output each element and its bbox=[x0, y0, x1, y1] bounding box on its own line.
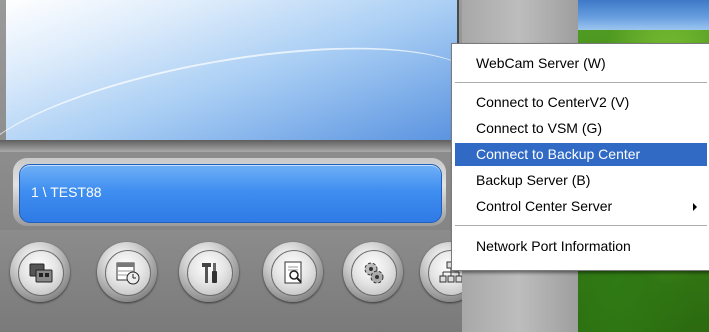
gear-sync-icon bbox=[364, 262, 384, 284]
video-preview-area bbox=[0, 0, 462, 247]
context-menu: WebCam Server (W) Connect to CenterV2 (V… bbox=[451, 43, 709, 271]
search-log-button[interactable] bbox=[263, 242, 323, 302]
schedule-button[interactable] bbox=[97, 242, 157, 302]
tools-icon bbox=[202, 263, 217, 283]
menu-separator bbox=[455, 82, 707, 83]
status-text: 1 \ TEST88 bbox=[31, 184, 102, 200]
menu-item-connect-backup-center[interactable]: Connect to Backup Center bbox=[455, 143, 707, 166]
menu-separator bbox=[455, 225, 707, 226]
panel-frame bbox=[0, 140, 462, 152]
menu-item-connect-vsm[interactable]: Connect to VSM (G) bbox=[455, 117, 707, 140]
status-display: 1 \ TEST88 bbox=[19, 164, 442, 223]
menu-item-connect-centerv2[interactable]: Connect to CenterV2 (V) bbox=[455, 91, 707, 114]
menu-item-webcam-server[interactable]: WebCam Server (W) bbox=[455, 52, 707, 75]
menu-item-label: Connect to CenterV2 (V) bbox=[476, 94, 630, 110]
calendar-clock-icon bbox=[116, 262, 140, 285]
menu-item-label: Connect to VSM (G) bbox=[476, 120, 603, 136]
tools-button[interactable] bbox=[179, 242, 239, 302]
sync-settings-button[interactable] bbox=[343, 242, 403, 302]
device-card-button[interactable] bbox=[10, 242, 70, 302]
device-card-icon bbox=[29, 263, 53, 283]
menu-item-label: Control Center Server bbox=[476, 198, 613, 214]
menu-item-label: WebCam Server (W) bbox=[476, 55, 606, 71]
search-document-icon bbox=[284, 261, 302, 284]
menu-item-label: Connect to Backup Center bbox=[476, 146, 641, 162]
submenu-arrow-icon bbox=[693, 203, 697, 211]
menu-item-label: Network Port Information bbox=[476, 238, 631, 254]
app-window: 1 \ TEST88 bbox=[0, 0, 462, 332]
menu-item-backup-server[interactable]: Backup Server (B) bbox=[455, 169, 707, 192]
menu-item-label: Backup Server (B) bbox=[476, 172, 591, 188]
desktop-sky bbox=[578, 0, 709, 30]
menu-item-network-port-information[interactable]: Network Port Information bbox=[455, 235, 707, 258]
menu-item-control-center-server[interactable]: Control Center Server bbox=[455, 195, 707, 218]
